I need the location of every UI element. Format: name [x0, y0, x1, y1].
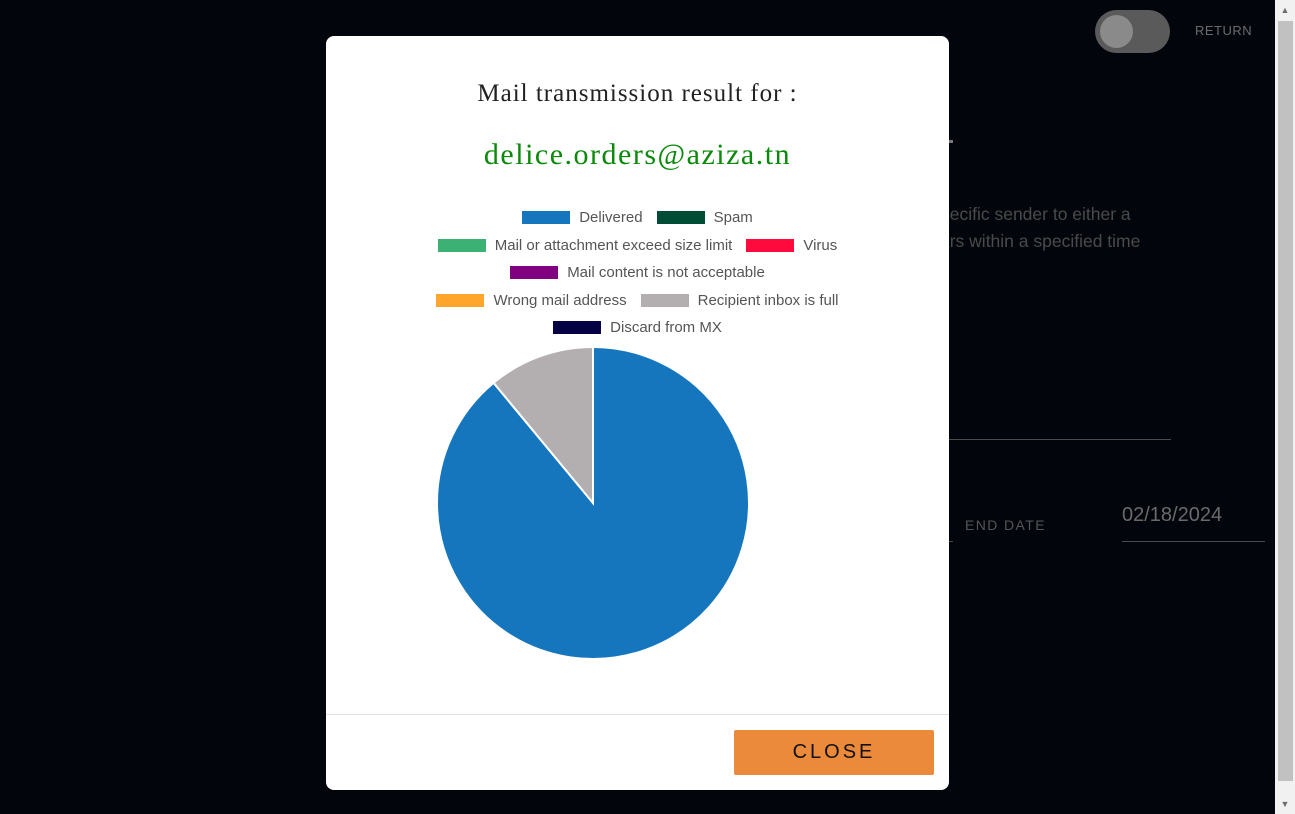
mail-result-modal: Mail transmission result for : delice.or… — [326, 36, 949, 790]
background-input-underline — [948, 439, 1171, 440]
scroll-up-arrow-icon[interactable]: ▲ — [1275, 0, 1295, 20]
pie-chart — [436, 345, 750, 660]
scroll-down-arrow-icon[interactable]: ▼ — [1275, 794, 1295, 814]
scrollbar[interactable]: ▲ ▼ — [1275, 0, 1295, 814]
modal-footer: CLOSE — [326, 714, 949, 790]
background-description: pecific sender to either a ers within a … — [940, 204, 1141, 251]
end-date-label: END DATE — [965, 517, 1046, 533]
toggle-knob — [1100, 15, 1133, 48]
scroll-thumb[interactable] — [1278, 21, 1293, 781]
end-date-field[interactable]: 02/18/2024 — [1122, 503, 1265, 542]
theme-toggle[interactable] — [1095, 10, 1170, 53]
end-date-value: 02/18/2024 — [1122, 504, 1223, 526]
close-button[interactable]: CLOSE — [734, 730, 934, 775]
return-link[interactable]: RETURN — [1195, 23, 1252, 38]
